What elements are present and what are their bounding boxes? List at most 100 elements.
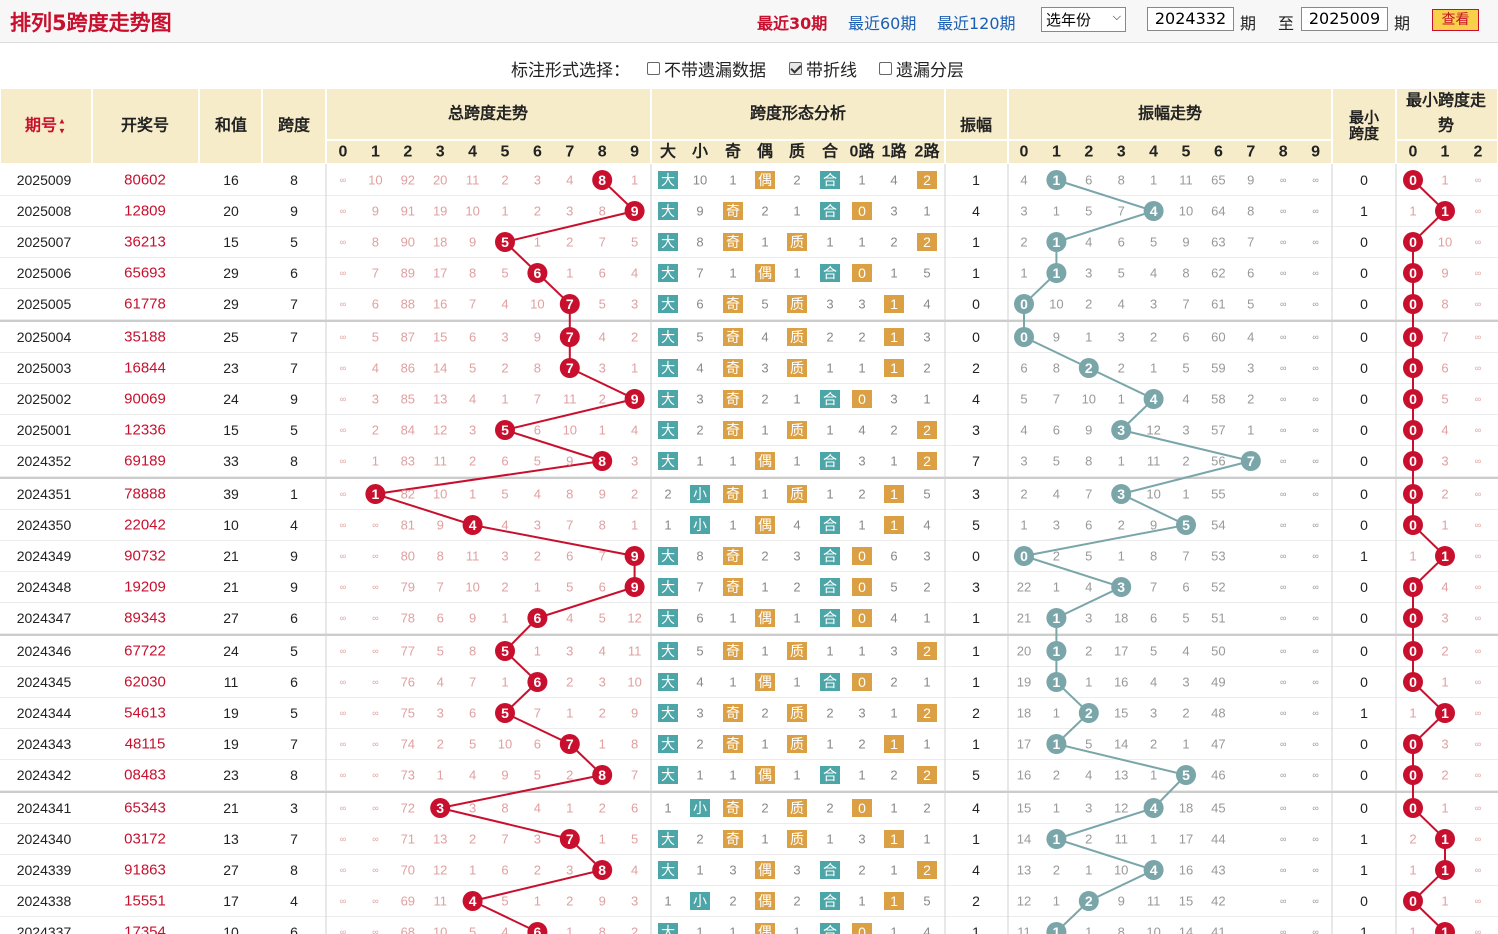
span-miss-cell: ∞: [340, 175, 346, 185]
span-ball-label: 7: [566, 736, 574, 752]
span-miss-cell: 3: [469, 423, 476, 438]
form-miss-cell: 3: [761, 361, 768, 376]
sum-cell: 11: [224, 674, 239, 690]
amp-miss-cell: ∞: [1312, 489, 1318, 499]
min-span-cell: 1: [1360, 203, 1368, 219]
amp-ball-label: 3: [1117, 579, 1125, 595]
min-miss-cell: 1: [1441, 894, 1448, 909]
form-miss-cell: 2: [890, 235, 897, 250]
number-cell: 36213: [124, 234, 166, 251]
span-miss-cell: 1: [599, 832, 606, 847]
span-miss-cell: 5: [631, 235, 638, 250]
form-miss-cell: 1: [890, 454, 897, 469]
min-miss-cell: ∞: [1475, 739, 1481, 749]
span-miss-cell: 1: [599, 737, 606, 752]
amp-miss-cell: 21: [1017, 611, 1031, 626]
number-cell: 67722: [124, 643, 166, 660]
min-trend-header: 最小跨度走: [1406, 91, 1486, 110]
span-miss-cell: 7: [566, 518, 573, 533]
form-miss-cell: 1: [890, 863, 897, 878]
form-miss-cell: 1: [793, 675, 800, 690]
amp-miss-cell: 8: [1182, 266, 1189, 281]
min-miss-cell: 4: [1441, 580, 1448, 595]
span-miss-cell: 4: [501, 518, 508, 533]
min-trend-header: 势: [1438, 116, 1454, 135]
form-miss-cell: 1: [826, 235, 833, 250]
amp-miss-cell: 4: [1053, 487, 1060, 502]
number-cell: 12809: [124, 203, 166, 220]
span-cell: 7: [290, 736, 298, 752]
number-cell: 22042: [124, 517, 166, 534]
min-ball-label: 0: [1409, 296, 1417, 312]
sum-cell: 13: [223, 831, 239, 847]
form-miss-cell: 1: [858, 173, 865, 188]
span-miss-cell: 2: [631, 487, 638, 502]
min-ball-label: 1: [1441, 548, 1449, 564]
span-cell: 6: [290, 610, 298, 626]
amp-miss-cell: ∞: [1280, 613, 1286, 623]
amplitude-cell: 4: [972, 800, 980, 816]
amp-miss-cell: 63: [1211, 235, 1225, 250]
form-miss-cell: 1: [761, 580, 768, 595]
span-miss-cell: 8: [631, 737, 638, 752]
amp-miss-cell: 22: [1017, 580, 1031, 595]
span-miss-cell: 86: [401, 361, 415, 376]
span-miss-cell: 84: [401, 423, 415, 438]
span-ball-label: 5: [501, 234, 509, 250]
amp-miss-cell: ∞: [1280, 456, 1286, 466]
span-digit-header: 3: [436, 144, 445, 161]
span-miss-cell: ∞: [372, 551, 378, 561]
form-miss-cell: 4: [923, 518, 930, 533]
form-hit-label: 合: [823, 767, 837, 783]
number-cell: 90732: [124, 548, 166, 565]
amp-miss-cell: ∞: [1280, 206, 1286, 216]
span-miss-cell: 3: [631, 454, 638, 469]
form-miss-cell: 6: [696, 297, 703, 312]
span-miss-cell: ∞: [372, 803, 378, 813]
span-miss-cell: ∞: [340, 363, 346, 373]
form-miss-cell: 3: [890, 644, 897, 659]
form-miss-cell: 4: [696, 361, 703, 376]
span-miss-cell: 11: [563, 392, 577, 407]
span-miss-cell: 5: [534, 454, 541, 469]
amp-miss-cell: 45: [1211, 801, 1225, 816]
span-digit-header: 5: [501, 144, 510, 161]
span-cell: 7: [290, 296, 298, 312]
amp-miss-cell: 3: [1182, 675, 1189, 690]
form-miss-cell: 1: [858, 235, 865, 250]
amp-miss-cell: 3: [1118, 330, 1125, 345]
amp-miss-cell: ∞: [1280, 708, 1286, 718]
amplitude-cell: 1: [972, 924, 980, 934]
number-cell: 16844: [124, 360, 166, 377]
issue-cell: 2025007: [17, 234, 72, 250]
amp-miss-cell: 6: [1053, 423, 1060, 438]
issue-cell: 2024339: [17, 862, 72, 878]
amplitude-cell: 1: [972, 674, 980, 690]
amp-miss-cell: 1: [1150, 768, 1157, 783]
form-miss-cell: 2: [696, 832, 703, 847]
number-header: 开奖号: [121, 116, 169, 135]
form-hit-label: 1: [890, 360, 898, 376]
form-hit-label: 质: [790, 234, 804, 250]
form-miss-cell: 1: [729, 768, 736, 783]
form-miss-cell: 3: [858, 832, 865, 847]
span-digit-header: 6: [533, 144, 542, 161]
span-cell: 3: [290, 800, 298, 816]
min-miss-cell: ∞: [1475, 206, 1481, 216]
min-ball-label: 0: [1409, 360, 1417, 376]
form-miss-cell: 4: [890, 173, 897, 188]
span-miss-cell: 10: [627, 675, 641, 690]
span-miss-cell: 11: [433, 894, 447, 909]
min-ball-label: 0: [1409, 736, 1417, 752]
amp-miss-cell: 4: [1118, 297, 1125, 312]
amp-miss-cell: 1: [1118, 392, 1125, 407]
sum-cell: 15: [223, 234, 239, 250]
amplitude-cell: 3: [972, 486, 980, 502]
amp-miss-cell: 6: [1118, 235, 1125, 250]
span-miss-cell: ∞: [340, 489, 346, 499]
span-miss-cell: 87: [401, 330, 415, 345]
span-miss-cell: 2: [566, 235, 573, 250]
amp-miss-cell: 13: [1017, 863, 1031, 878]
min-ball-label: 0: [1409, 767, 1417, 783]
span-miss-cell: 2: [631, 330, 638, 345]
